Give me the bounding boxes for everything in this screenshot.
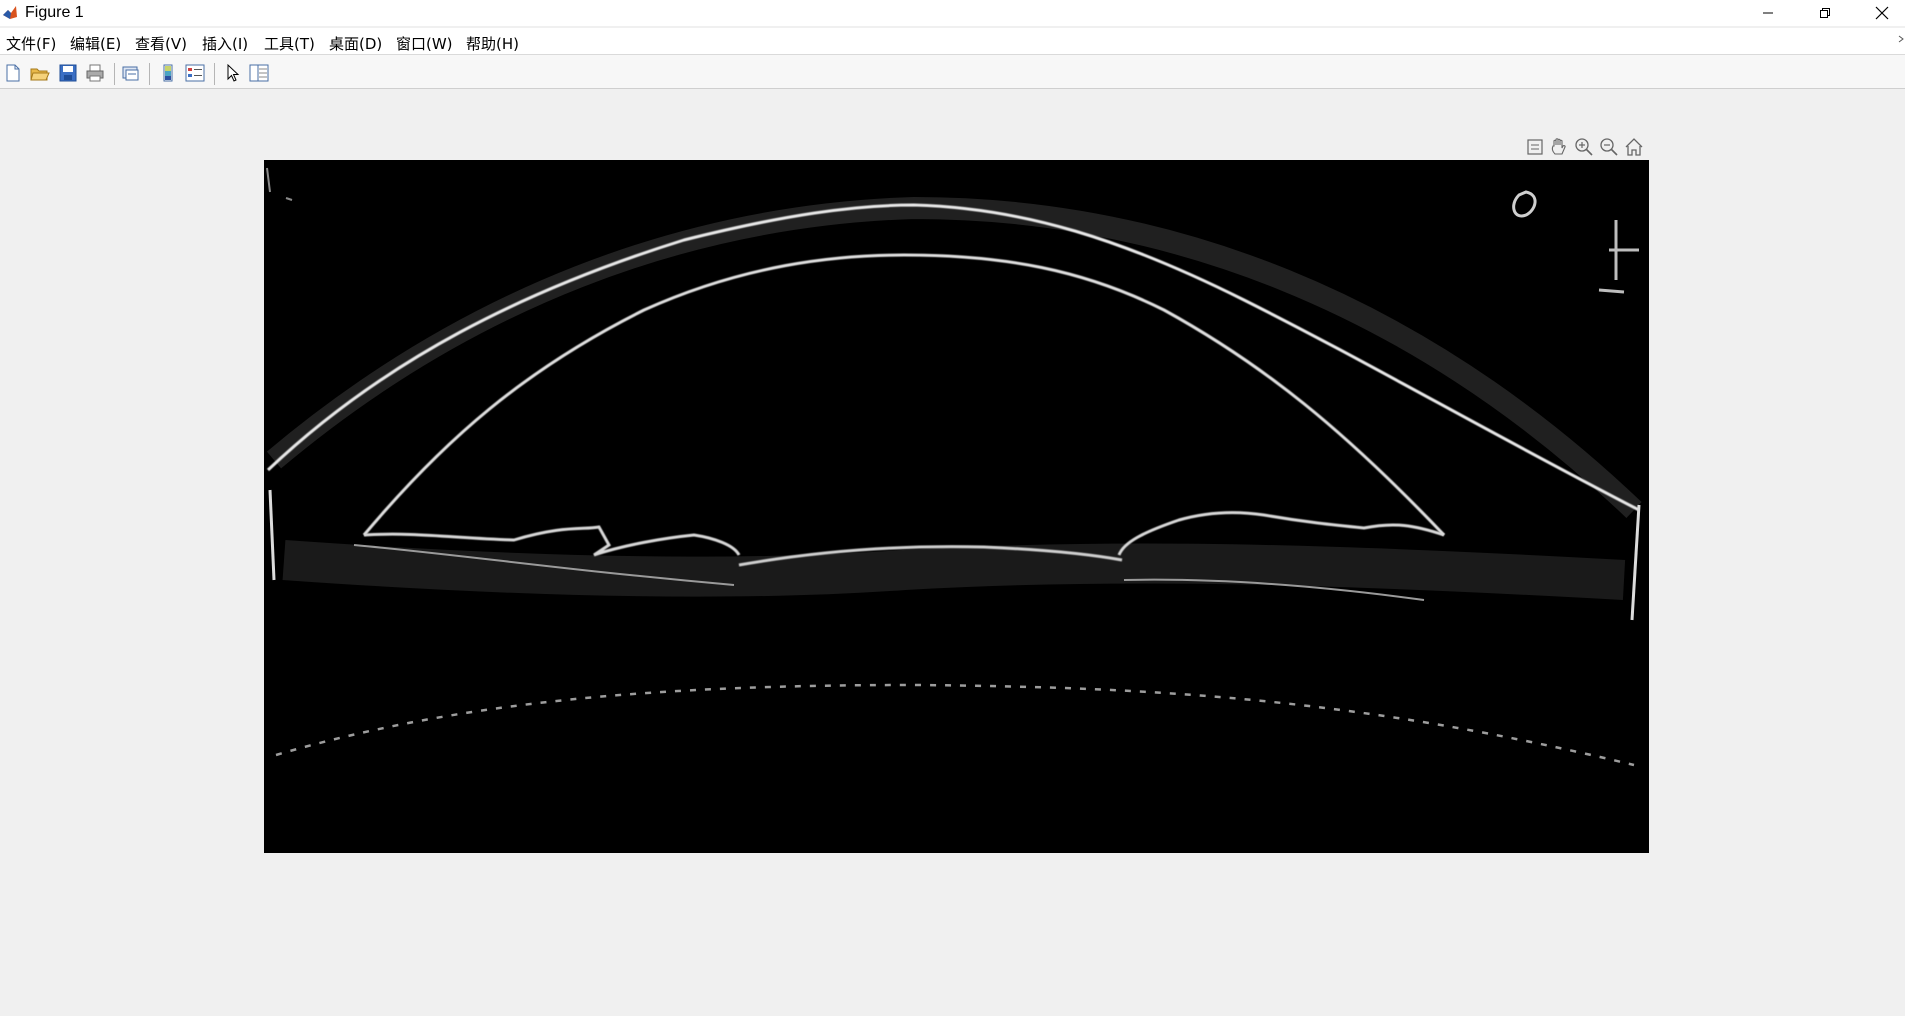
pan-hand-icon[interactable] [1548,136,1570,158]
toolbar-separator [214,63,215,85]
menu-bar: 文件(F) 编辑(E) 查看(V) 插入(I) 工具(T) 桌面(D) 窗口(W… [0,28,1905,55]
close-button[interactable] [1854,0,1905,26]
edge-image [264,160,1649,853]
link-plot-icon[interactable] [120,62,142,84]
menu-desktop[interactable]: 桌面(D) [329,33,382,54]
menu-insert[interactable]: 插入(I) [202,33,248,54]
lens-texture [282,540,1626,600]
zoom-out-icon[interactable] [1598,136,1620,158]
menu-file[interactable]: 文件(F) [6,33,56,54]
menu-edit[interactable]: 编辑(E) [70,33,121,54]
menu-help[interactable]: 帮助(H) [466,33,519,54]
property-inspector-icon[interactable] [248,62,270,84]
new-figure-icon[interactable] [2,62,24,84]
export-icon[interactable] [1524,136,1546,158]
minimize-icon [1763,12,1773,14]
edit-plot-arrow-icon[interactable] [222,62,244,84]
close-icon [1875,6,1889,20]
matlab-logo-icon [3,6,17,19]
axes-toolbar [1524,136,1654,158]
menu-view[interactable]: 查看(V) [135,33,187,54]
insert-colorbar-icon[interactable] [157,62,179,84]
menu-overflow-icon[interactable] [1897,34,1905,44]
open-file-icon[interactable] [29,62,51,84]
home-restore-icon[interactable] [1623,136,1645,158]
insert-legend-icon[interactable] [184,62,206,84]
minimize-button[interactable] [1740,0,1796,26]
figure-toolbar [0,55,1905,89]
menu-tools[interactable]: 工具(T) [264,33,315,54]
toolbar-separator [114,63,115,85]
title-bar: Figure 1 [0,0,1905,26]
image-axes[interactable] [264,160,1649,853]
window-title: Figure 1 [25,4,84,21]
print-icon[interactable] [84,62,106,84]
restore-button[interactable] [1797,0,1853,26]
toolbar-separator [149,63,150,85]
save-icon[interactable] [57,62,79,84]
zoom-in-icon[interactable] [1573,136,1595,158]
menu-window[interactable]: 窗口(W) [396,33,453,54]
restore-icon [1820,8,1830,18]
